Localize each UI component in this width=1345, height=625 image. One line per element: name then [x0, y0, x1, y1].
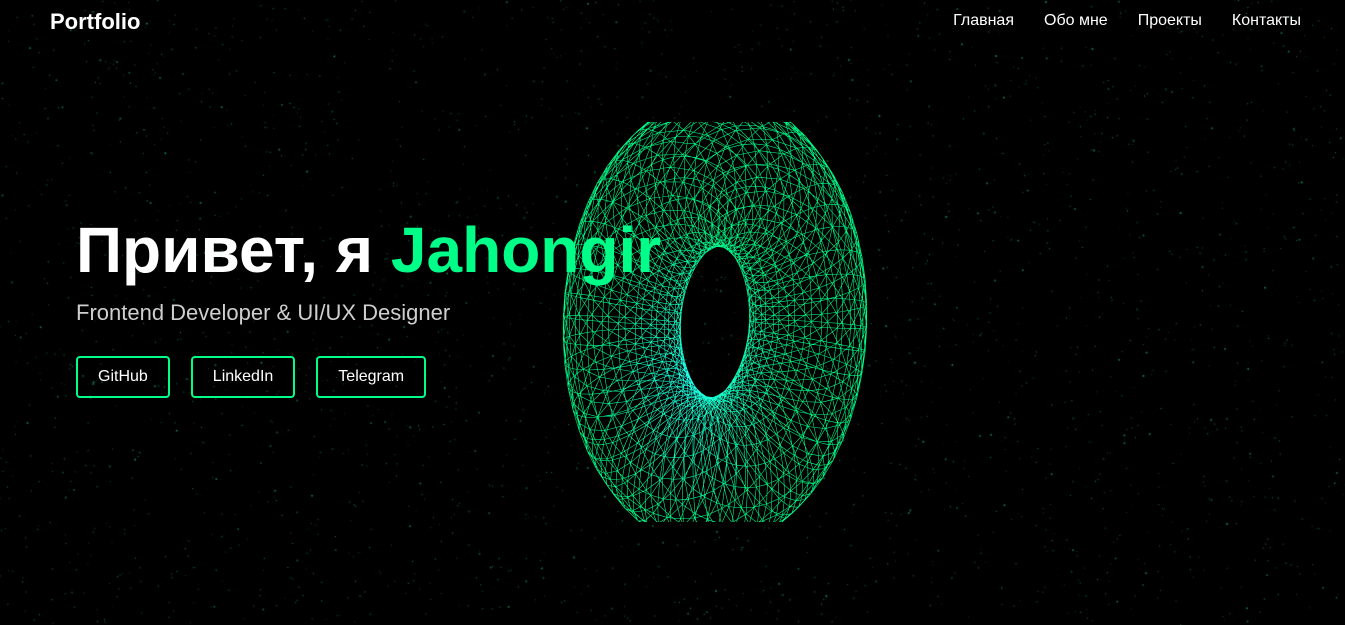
- navbar: Portfolio Главная Обо мне Проекты Контак…: [0, 0, 1345, 44]
- page: Portfolio Главная Обо мне Проекты Контак…: [0, 0, 1345, 625]
- logo-link[interactable]: Portfolio: [50, 9, 140, 35]
- telegram-button[interactable]: Telegram: [316, 356, 427, 398]
- hero-greeting: Привет, я: [76, 214, 374, 286]
- github-button[interactable]: GitHub: [76, 356, 170, 398]
- torus-wireframe-lines: [562, 122, 868, 522]
- nav-link-home[interactable]: Главная: [953, 12, 1014, 30]
- nav-links: Главная Обо мне Проекты Контакты: [953, 12, 1301, 30]
- nav-link-contacts[interactable]: Контакты: [1232, 12, 1301, 30]
- linkedin-button[interactable]: LinkedIn: [190, 356, 296, 398]
- wireframe-torus: [562, 122, 868, 522]
- nav-link-about[interactable]: Обо мне: [1044, 12, 1108, 30]
- nav-link-projects[interactable]: Проекты: [1138, 12, 1202, 30]
